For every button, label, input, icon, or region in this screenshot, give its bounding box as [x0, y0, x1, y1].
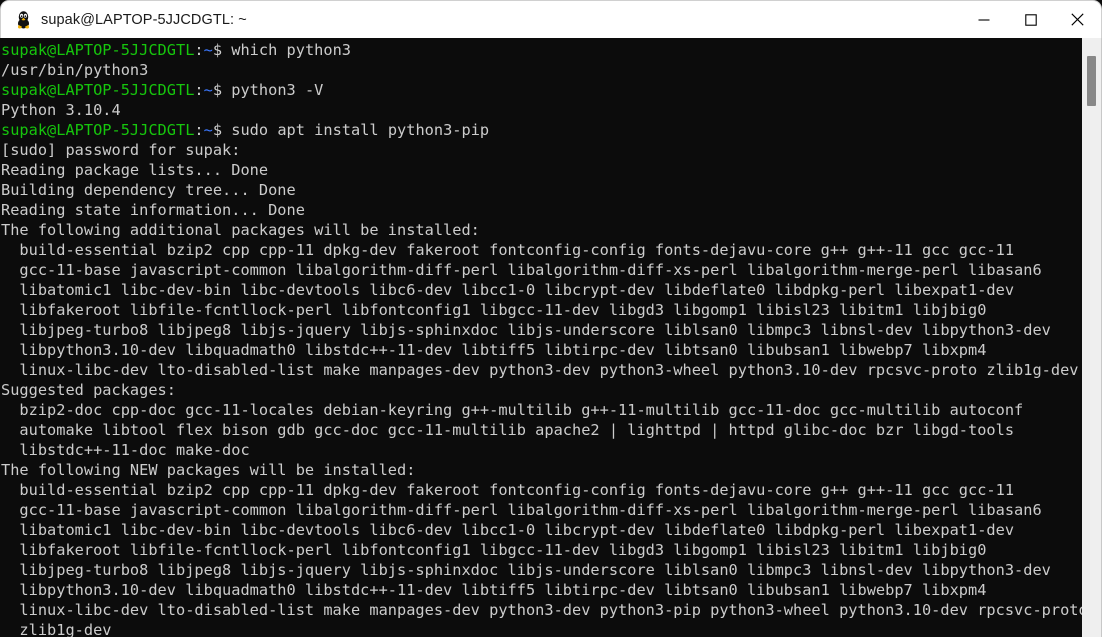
terminal-window: supak@LAPTOP-5JJCDGTL: ~ supak@LAPTOP-5J… — [0, 0, 1102, 637]
terminal-command: python3 -V — [231, 81, 324, 99]
prompt-sigil: $ — [212, 41, 232, 59]
terminal-output-line: Python 3.10.4 — [1, 101, 121, 119]
prompt-user-host: supak@LAPTOP-5JJCDGTL — [1, 121, 195, 139]
terminal-output-line: libfakeroot libfile-fcntllock-perl libfo… — [1, 301, 987, 319]
linux-penguin-icon — [14, 10, 32, 30]
terminal-output-line: libstdc++-11-doc make-doc — [1, 441, 250, 459]
terminal-output-line: [sudo] password for supak: — [1, 141, 241, 159]
terminal-output-line: The following NEW packages will be insta… — [1, 461, 416, 479]
close-button[interactable] — [1054, 1, 1101, 38]
terminal-output-line: build-essential bzip2 cpp cpp-11 dpkg-de… — [1, 241, 1015, 259]
terminal-output-area[interactable]: supak@LAPTOP-5JJCDGTL:~$ which python3/u… — [0, 38, 1082, 637]
terminal-output-line: automake libtool flex bison gdb gcc-doc … — [1, 421, 1015, 439]
terminal-output-line: The following additional packages will b… — [1, 221, 480, 239]
terminal-output-line: libjpeg-turbo8 libjpeg8 libjs-jquery lib… — [1, 321, 1051, 339]
terminal-command: sudo apt install python3-pip — [231, 121, 490, 139]
maximize-button[interactable] — [1007, 1, 1054, 38]
prompt-colon: : — [194, 81, 204, 99]
prompt-user-host: supak@LAPTOP-5JJCDGTL — [1, 81, 195, 99]
terminal-output-line: libfakeroot libfile-fcntllock-perl libfo… — [1, 541, 987, 559]
terminal-prompt-line: supak@LAPTOP-5JJCDGTL:~$ python3 -V — [0, 80, 1082, 100]
minimize-button[interactable] — [960, 1, 1007, 38]
prompt-path: ~ — [203, 121, 213, 139]
prompt-colon: : — [194, 121, 204, 139]
terminal-output-line: libpython3.10-dev libquadmath0 libstdc++… — [1, 341, 987, 359]
terminal-output-line: linux-libc-dev lto-disabled-list make ma… — [1, 601, 1082, 619]
prompt-path: ~ — [203, 41, 213, 59]
terminal-output-line: build-essential bzip2 cpp cpp-11 dpkg-de… — [1, 481, 1015, 499]
terminal-prompt-line: supak@LAPTOP-5JJCDGTL:~$ which python3 — [0, 40, 1082, 60]
prompt-sigil: $ — [212, 81, 232, 99]
scrollbar-thumb[interactable] — [1087, 56, 1096, 106]
prompt-user-host: supak@LAPTOP-5JJCDGTL — [1, 41, 195, 59]
terminal-output-line: gcc-11-base javascript-common libalgorit… — [1, 261, 1042, 279]
terminal-output-line: Suggested packages: — [1, 381, 176, 399]
prompt-sigil: $ — [212, 121, 232, 139]
terminal-output-line: /usr/bin/python3 — [1, 61, 149, 79]
terminal-output-line: gcc-11-base javascript-common libalgorit… — [1, 501, 1042, 519]
terminal-lines: supak@LAPTOP-5JJCDGTL:~$ which python3/u… — [0, 38, 1082, 637]
terminal-command: which python3 — [231, 41, 351, 59]
title-bar[interactable]: supak@LAPTOP-5JJCDGTL: ~ — [0, 0, 1102, 38]
window-title: supak@LAPTOP-5JJCDGTL: ~ — [41, 11, 247, 28]
terminal-output-line: Reading state information... Done — [1, 201, 305, 219]
terminal-output-line: zlib1g-dev — [1, 621, 112, 637]
terminal-output-line: bzip2-doc cpp-doc gcc-11-locales debian-… — [1, 401, 1024, 419]
terminal-output-line: libjpeg-turbo8 libjpeg8 libjs-jquery lib… — [1, 561, 1051, 579]
prompt-colon: : — [194, 41, 204, 59]
terminal-prompt-line: supak@LAPTOP-5JJCDGTL:~$ sudo apt instal… — [0, 120, 1082, 140]
terminal-output-line: libpython3.10-dev libquadmath0 libstdc++… — [1, 581, 987, 599]
terminal-output-line: libatomic1 libc-dev-bin libc-devtools li… — [1, 521, 1015, 539]
terminal-output-line: Building dependency tree... Done — [1, 181, 296, 199]
prompt-path: ~ — [203, 81, 213, 99]
vertical-scrollbar[interactable] — [1082, 38, 1102, 637]
terminal-output-line: Reading package lists... Done — [1, 161, 269, 179]
terminal-output-line: libatomic1 libc-dev-bin libc-devtools li… — [1, 281, 1015, 299]
window-controls — [960, 1, 1101, 38]
terminal-output-line: linux-libc-dev lto-disabled-list make ma… — [1, 361, 1079, 379]
